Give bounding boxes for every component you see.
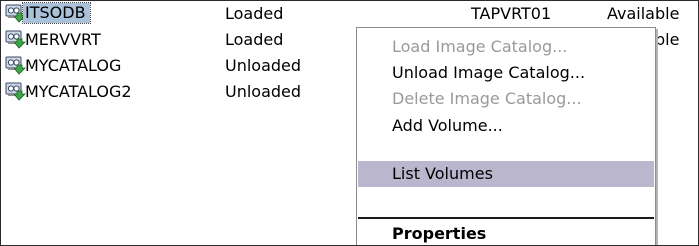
- catalog-drive: TAPVRT01: [471, 4, 552, 23]
- image-catalog-icon: [5, 29, 27, 51]
- catalog-list-pane: ITSODB Loaded TAPVRT01 Available MERVVRT…: [0, 0, 699, 246]
- catalog-name: MERVVRT: [25, 30, 101, 49]
- menu-item-properties[interactable]: Properties: [358, 221, 654, 245]
- menu-item-list-volumes[interactable]: List Volumes: [358, 161, 654, 187]
- catalog-status: Unloaded: [225, 56, 302, 75]
- menu-item-delete-image-catalog[interactable]: Delete Image Catalog...: [358, 86, 654, 112]
- catalog-availability: Available: [607, 4, 680, 23]
- catalog-status: Loaded: [225, 4, 284, 23]
- catalog-name: ITSODB: [22, 2, 91, 24]
- image-catalog-icon: [5, 81, 27, 103]
- context-menu: Load Image Catalog... Unload Image Catal…: [356, 27, 656, 245]
- catalog-name: MYCATALOG: [25, 56, 122, 75]
- menu-item-load-image-catalog[interactable]: Load Image Catalog...: [358, 34, 654, 60]
- catalog-status: Loaded: [225, 30, 284, 49]
- catalog-status: Unloaded: [225, 82, 302, 101]
- image-catalog-icon: [5, 55, 27, 77]
- menu-item-add-volume[interactable]: Add Volume...: [358, 113, 654, 139]
- menu-item-unload-image-catalog[interactable]: Unload Image Catalog...: [358, 60, 654, 86]
- list-item-itsodb[interactable]: ITSODB Loaded TAPVRT01 Available: [1, 1, 698, 27]
- menu-separator: [358, 217, 654, 219]
- catalog-name: MYCATALOG2: [25, 82, 132, 101]
